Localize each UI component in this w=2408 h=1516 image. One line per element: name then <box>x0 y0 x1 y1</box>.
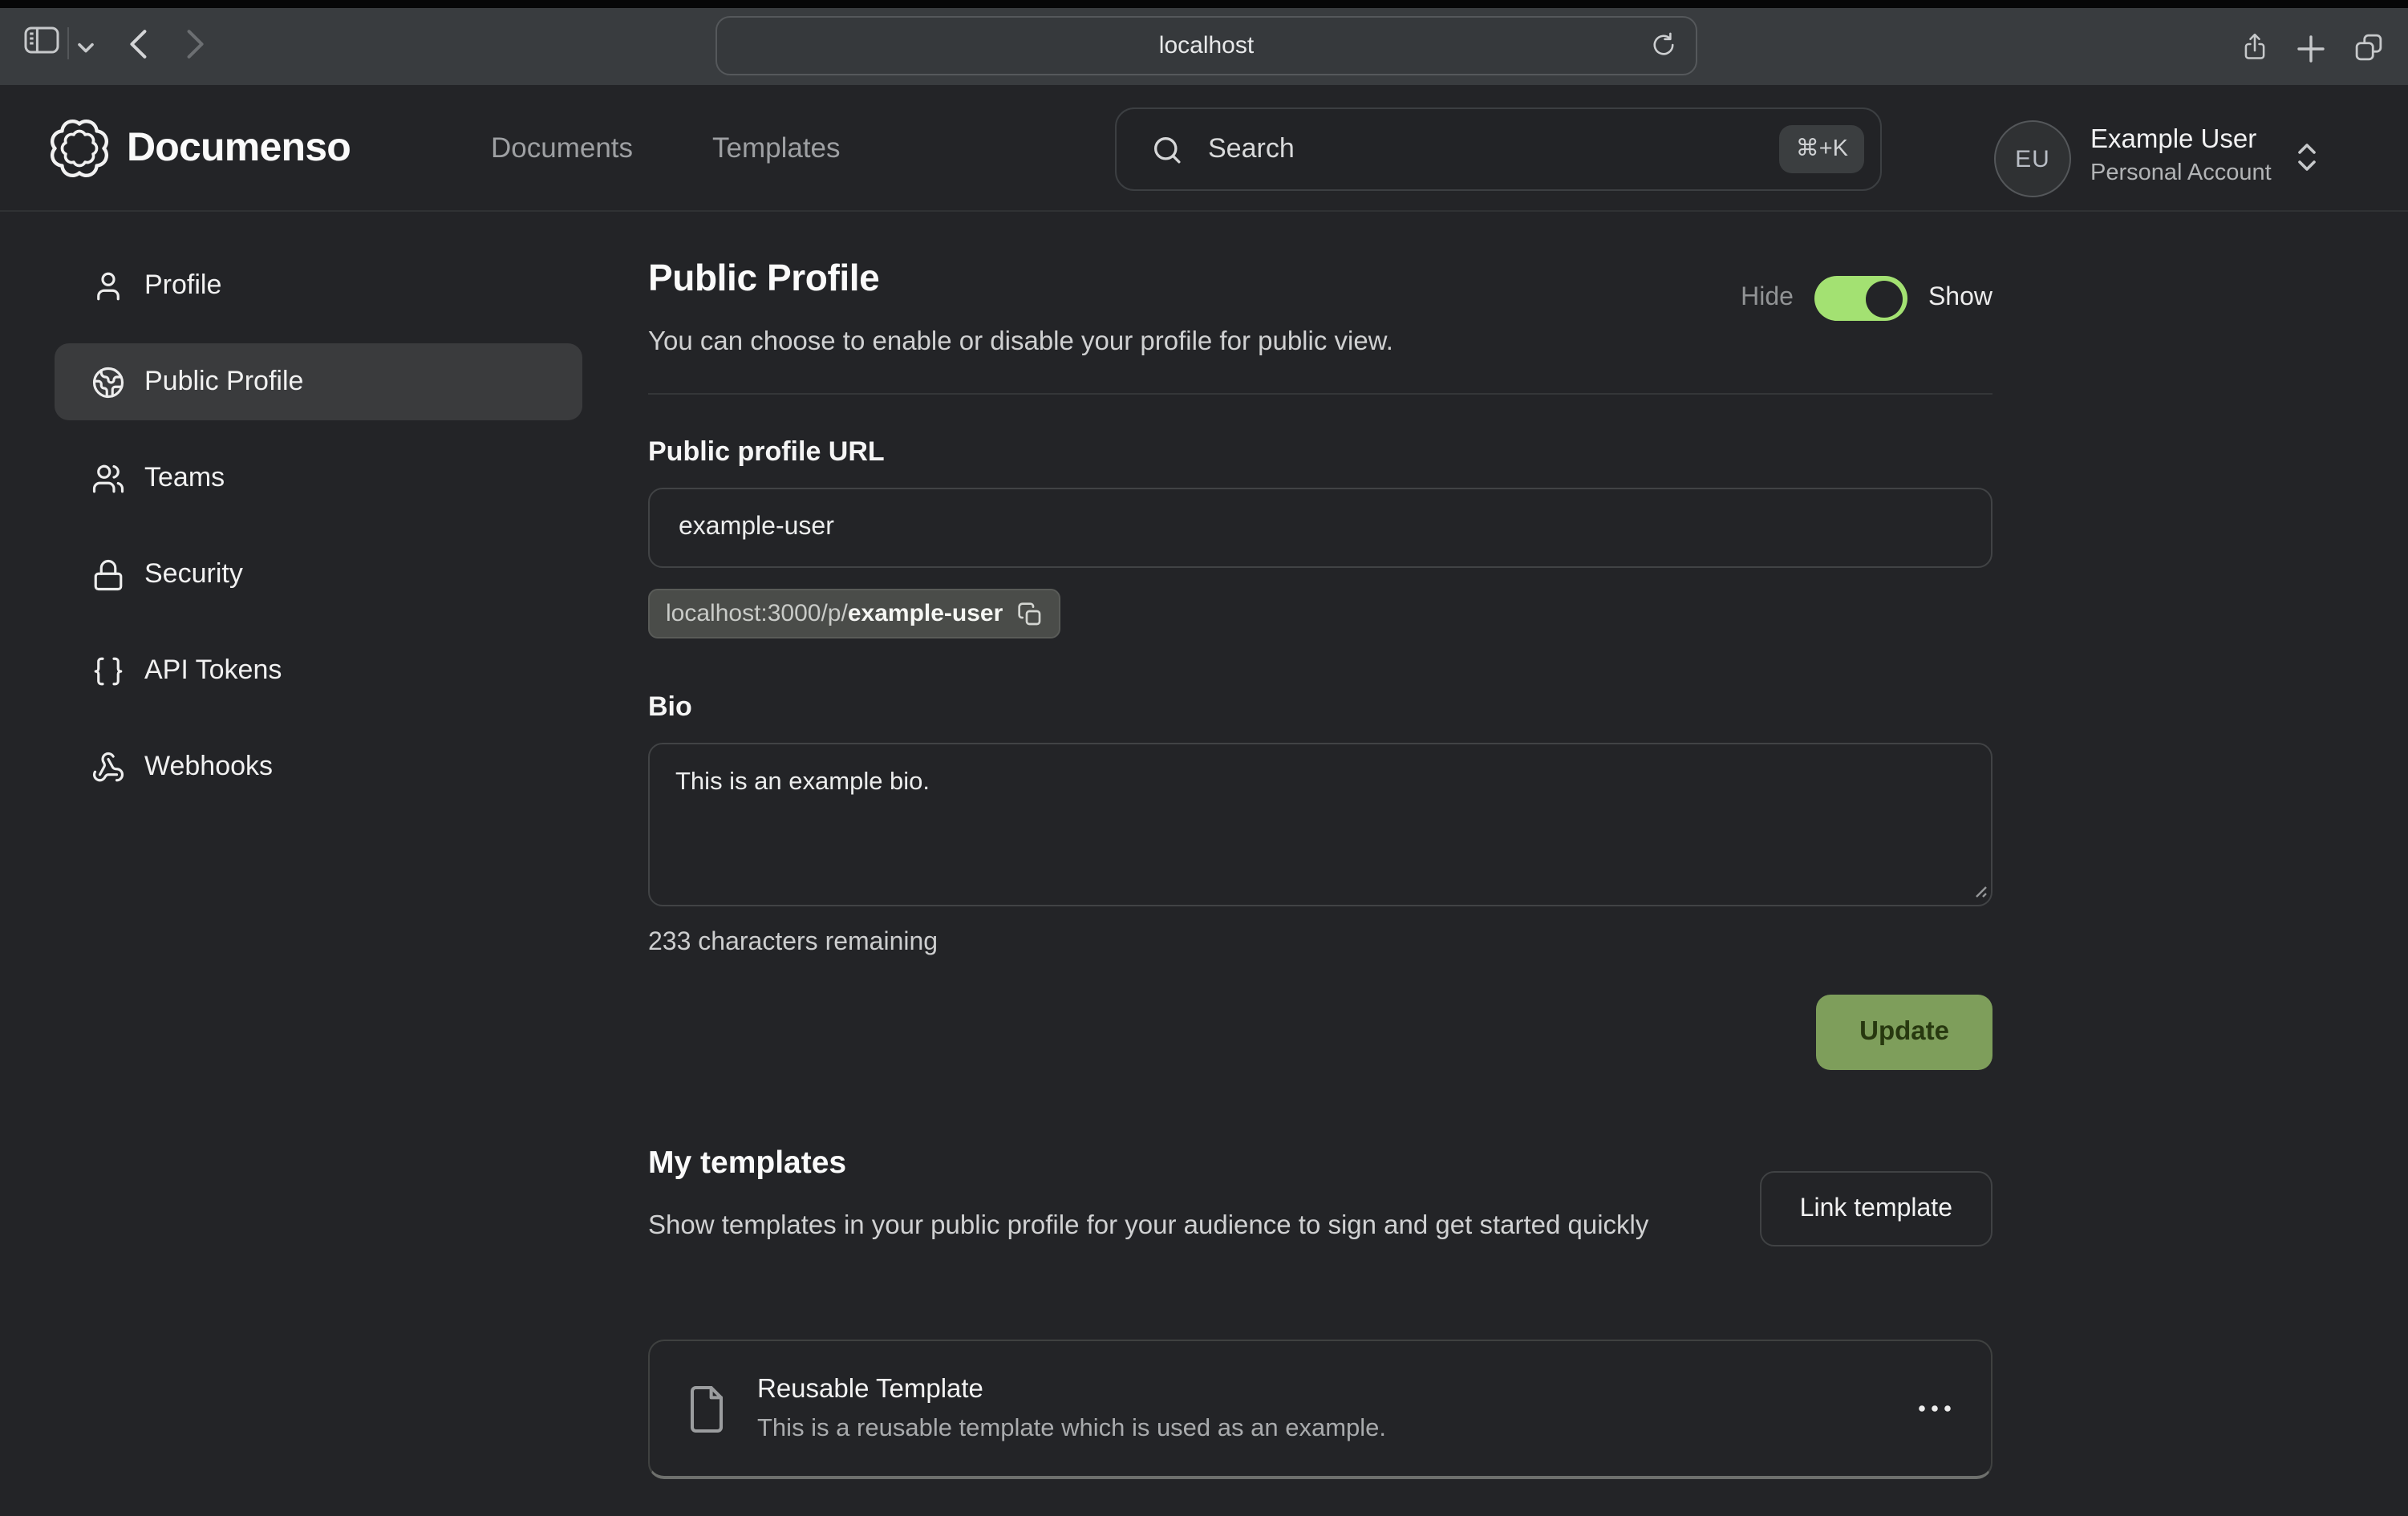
my-templates-title: My templates <box>648 1145 846 1182</box>
section-divider <box>648 393 1992 395</box>
sidebar-toggle-button[interactable] <box>24 26 59 55</box>
copy-icon <box>1017 601 1043 626</box>
link-template-button[interactable]: Link template <box>1760 1171 1992 1246</box>
chevron-down-icon <box>77 42 95 55</box>
account-menu[interactable]: EU Example User Personal Account <box>1994 120 2320 197</box>
sidebar-item-webhooks[interactable]: Webhooks <box>55 728 582 805</box>
sidebar-item-label: Public Profile <box>144 366 303 398</box>
page-subtitle: You can choose to enable or disable your… <box>648 327 1393 358</box>
search-input[interactable] <box>1205 132 1780 167</box>
reload-icon <box>1649 30 1678 59</box>
template-card[interactable]: Reusable Template This is a reusable tem… <box>648 1340 1992 1479</box>
sidebar-item-label: Webhooks <box>144 751 273 783</box>
brand-logo[interactable]: Documenso <box>50 119 351 178</box>
search-shortcut-badge: ⌘+K <box>1780 125 1864 173</box>
my-templates-description: Show templates in your public profile fo… <box>648 1205 1771 1246</box>
sidebar-dropdown-chevron[interactable] <box>77 42 95 55</box>
account-type: Personal Account <box>2090 160 2272 186</box>
public-profile-url-input[interactable] <box>648 488 1992 568</box>
template-name: Reusable Template <box>757 1374 1386 1405</box>
profile-link-chip[interactable]: localhost:3000/p/example-user <box>648 589 1060 638</box>
globe-icon <box>91 365 125 399</box>
chevron-left-icon <box>128 29 148 59</box>
settings-sidebar: Profile Public Profile Teams <box>0 210 645 825</box>
resize-handle[interactable] <box>1970 881 1988 898</box>
sidebar-item-public-profile[interactable]: Public Profile <box>55 343 582 420</box>
toggle-hide-label: Hide <box>1741 284 1794 313</box>
nav-templates[interactable]: Templates <box>712 85 841 210</box>
address-bar-url: localhost <box>1159 32 1254 59</box>
documenso-logo-icon <box>50 119 109 178</box>
browser-toolbar: localhost <box>0 8 2408 85</box>
profile-link-prefix: localhost:3000/p/ <box>666 600 848 627</box>
page-title: Public Profile <box>648 257 879 300</box>
toolbar-divider <box>67 27 69 59</box>
plus-icon <box>2297 35 2325 63</box>
share-button[interactable] <box>2240 29 2270 66</box>
forward-button[interactable] <box>186 29 205 59</box>
back-button[interactable] <box>128 29 148 59</box>
characters-remaining: 233 characters remaining <box>648 929 938 958</box>
account-name: Example User <box>2090 125 2272 156</box>
switch-knob <box>1867 280 1903 317</box>
sidebar-item-label: Teams <box>144 462 225 494</box>
sidebar-item-label: Profile <box>144 270 221 302</box>
sidebar-item-teams[interactable]: Teams <box>55 440 582 517</box>
file-icon <box>685 1382 728 1435</box>
bio-field-wrapper: This is an example bio. <box>648 743 1992 906</box>
tabs-icon <box>2352 30 2386 64</box>
sidebar-panel-icon <box>24 26 59 55</box>
new-tab-button[interactable] <box>2297 35 2325 63</box>
chevron-right-icon <box>186 29 205 59</box>
users-icon <box>91 461 125 495</box>
visibility-toggle-row: Hide Show <box>1741 276 1992 321</box>
screen: localhost <box>0 0 2408 1516</box>
sidebar-item-api-tokens[interactable]: API Tokens <box>55 632 582 709</box>
reload-button[interactable] <box>1649 30 1678 59</box>
window-top-edge <box>0 0 2408 8</box>
sidebar-item-profile[interactable]: Profile <box>55 247 582 324</box>
profile-link-slug: example-user <box>848 600 1003 627</box>
global-search[interactable]: ⌘+K <box>1115 107 1882 191</box>
bio-label: Bio <box>648 691 692 724</box>
brand-wordmark: Documenso <box>127 125 351 172</box>
search-icon <box>1150 132 1184 166</box>
address-bar[interactable]: localhost <box>716 16 1697 75</box>
webhook-icon <box>91 750 125 784</box>
user-icon <box>91 269 125 302</box>
braces-icon <box>91 654 125 687</box>
app-header: Documenso Documents Templates ⌘+K EU Exa… <box>0 85 2408 212</box>
avatar: EU <box>1994 120 2071 197</box>
sidebar-item-label: API Tokens <box>144 655 282 687</box>
template-card-text: Reusable Template This is a reusable tem… <box>757 1374 1386 1443</box>
bio-textarea[interactable]: This is an example bio. <box>648 743 1992 906</box>
copy-link-button[interactable] <box>1017 601 1043 626</box>
template-description: This is a reusable template which is use… <box>757 1414 1386 1443</box>
share-icon <box>2240 29 2270 66</box>
template-options-button[interactable] <box>1917 1404 1952 1413</box>
sidebar-item-security[interactable]: Security <box>55 536 582 613</box>
nav-documents[interactable]: Documents <box>491 85 633 210</box>
profile-visibility-switch[interactable] <box>1814 276 1907 321</box>
update-button[interactable]: Update <box>1816 995 1992 1070</box>
ellipsis-icon <box>1917 1404 1952 1413</box>
public-profile-url-label: Public profile URL <box>648 436 885 468</box>
toggle-show-label: Show <box>1928 284 1992 313</box>
tab-overview-button[interactable] <box>2352 30 2386 64</box>
lock-icon <box>91 557 125 591</box>
chevrons-up-down-icon <box>2294 140 2320 175</box>
sidebar-item-label: Security <box>144 558 243 590</box>
